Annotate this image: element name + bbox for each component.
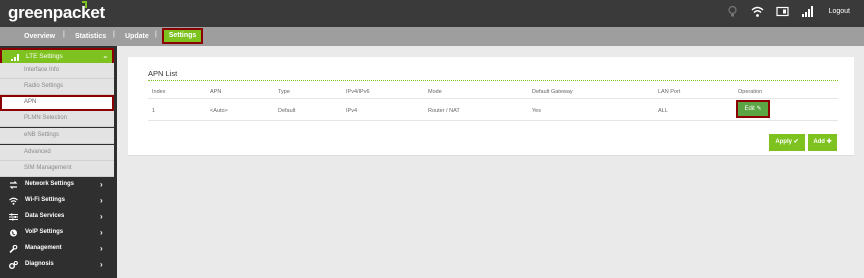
sidebar-item-label: Management (25, 245, 62, 251)
sidebar-subitem-radio-settings[interactable]: Radio Settings (0, 79, 114, 95)
sidebar-subitem-label: APN (24, 99, 37, 105)
column-header-index: Index (152, 89, 166, 95)
section-title: APN List (148, 69, 178, 78)
column-header-default-gateway: Default Gateway (532, 89, 573, 95)
phone-icon (10, 229, 17, 237)
cell-ip: IPv4 (346, 108, 358, 114)
sidebar-subitem-label: PLMN Selection (24, 115, 68, 121)
network-icon (9, 181, 18, 189)
edit-button-label: Edit (744, 106, 755, 112)
cell-apn: <Auto> (210, 108, 228, 114)
tab-statistics[interactable]: Statistics (75, 30, 106, 43)
sim-icon (776, 6, 789, 17)
column-header-apn: APN (210, 89, 222, 95)
sidebar-subitem-plmn-selection[interactable]: PLMN Selection (0, 111, 114, 127)
cell-index: 1 (152, 108, 156, 114)
apply-button[interactable]: Apply ✔ (769, 134, 805, 151)
check-icon: ✔ (793, 139, 799, 145)
add-button[interactable]: Add ✚ (808, 134, 837, 151)
top-bar: greenpacket Logout (0, 0, 864, 27)
tab-settings[interactable]: Settings (162, 28, 203, 44)
edit-button[interactable]: Edit ✎ (736, 100, 770, 118)
sidebar-item-label: VoIP Settings (25, 229, 64, 235)
signal-bars-icon (11, 54, 19, 61)
sidebar-subitem-interface-info[interactable]: Interface Info (0, 63, 114, 79)
main-nav: Overview | Statistics | Update | Setting… (0, 27, 864, 46)
sidebar-subitem-label: Radio Settings (24, 83, 64, 89)
section-divider (148, 80, 838, 81)
sidebar-subitem-apn[interactable]: APN (0, 95, 114, 111)
apn-list-panel: APN List Index APN Type IPv4/IPv6 Mode D… (128, 57, 854, 155)
nav-separator: | (63, 31, 65, 38)
sidebar-subitem-label: Advanced (24, 149, 51, 155)
sidebar-item-network-settings[interactable]: Network Settings › (0, 177, 117, 193)
column-header-operation: Operation (738, 89, 763, 95)
tab-update[interactable]: Update (125, 30, 149, 43)
sliders-icon (9, 213, 18, 221)
sidebar-item-management[interactable]: Management › (0, 241, 117, 257)
sidebar-item-label: Diagnosis (25, 261, 54, 267)
wifi-icon (751, 6, 764, 17)
cell-default-gateway: Yes (532, 108, 541, 114)
wrench-icon (9, 245, 18, 253)
column-header-lan-port: LAN Port (658, 89, 681, 95)
edit-icon: ✎ (756, 106, 762, 112)
add-button-label: Add (813, 139, 825, 145)
sidebar-item-wifi-settings[interactable]: Wi-Fi Settings › (0, 193, 117, 209)
sidebar-item-label: Network Settings (25, 181, 75, 187)
sidebar-subitem-label: eNB Settings (24, 132, 60, 138)
logout-link[interactable]: Logout (829, 8, 850, 15)
logo-mark-icon (82, 1, 87, 8)
wifi-icon (9, 197, 18, 205)
sidebar-item-voip-settings[interactable]: VoIP Settings › (0, 225, 117, 241)
column-header-type: Type (278, 89, 290, 95)
sidebar-subitem-enb-settings[interactable]: eNB Settings (0, 128, 114, 144)
bulb-icon (728, 5, 737, 17)
row-divider (148, 120, 838, 121)
apply-button-label: Apply (775, 139, 792, 145)
sidebar: LTE Settings ⌄ Interface Info Radio Sett… (0, 46, 117, 278)
gears-icon (9, 261, 18, 269)
sidebar-subitem-advanced[interactable]: Advanced (0, 145, 114, 161)
nav-separator: | (113, 31, 115, 38)
cell-mode: Router / NAT (428, 108, 460, 114)
sidebar-subitem-label: SIM Management (24, 165, 72, 171)
sidebar-item-diagnosis[interactable]: Diagnosis › (0, 257, 117, 273)
chevron-right-icon: › (100, 260, 103, 269)
sidebar-item-label: Wi-Fi Settings (25, 197, 65, 203)
sidebar-item-data-services[interactable]: Data Services › (0, 209, 117, 225)
brand-logo: greenpacket (8, 3, 105, 22)
column-header-ipv4-ipv6: IPv4/IPv6 (346, 89, 370, 95)
chevron-right-icon: › (100, 212, 103, 221)
cell-lan-port: ALL (658, 108, 668, 114)
sidebar-item-label: LTE Settings (26, 53, 63, 60)
chevron-right-icon: › (100, 180, 103, 189)
tab-overview[interactable]: Overview (24, 30, 55, 43)
sidebar-subitem-sim-management[interactable]: SIM Management (0, 161, 114, 177)
status-icons (726, 5, 814, 18)
row-divider (148, 98, 838, 99)
cell-type: Default (278, 108, 296, 114)
sidebar-item-label: Data Services (25, 213, 65, 219)
plus-icon: ✚ (826, 139, 832, 145)
sidebar-subitem-label: Interface Info (24, 67, 60, 73)
nav-separator: | (155, 31, 157, 38)
signal-icon (802, 6, 813, 17)
chevron-right-icon: › (100, 244, 103, 253)
column-header-mode: Mode (428, 89, 442, 95)
chevron-down-icon: ⌄ (102, 51, 109, 60)
chevron-right-icon: › (100, 196, 103, 205)
panel-bottom-divider (128, 155, 854, 156)
chevron-right-icon: › (100, 228, 103, 237)
